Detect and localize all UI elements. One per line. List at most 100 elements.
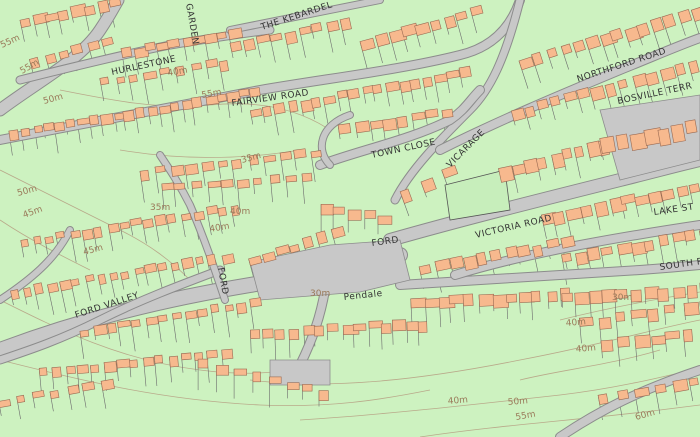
building (516, 244, 531, 258)
building (120, 271, 130, 281)
building (53, 121, 66, 132)
building (506, 293, 518, 303)
building (574, 292, 590, 306)
building (249, 108, 263, 118)
building (157, 314, 168, 323)
building (599, 135, 617, 154)
building (310, 22, 323, 33)
contour-label: 40m (447, 395, 468, 407)
building (355, 120, 371, 134)
contour-label: 30m (612, 293, 632, 303)
building (410, 297, 427, 309)
building (218, 60, 229, 73)
building (532, 244, 544, 258)
building (589, 290, 603, 305)
building (229, 40, 243, 53)
building (67, 384, 80, 395)
building (76, 364, 89, 374)
building (561, 252, 572, 263)
building (33, 282, 44, 295)
building (161, 182, 175, 191)
building (463, 255, 479, 271)
building (688, 183, 700, 194)
building (441, 108, 454, 119)
building (221, 348, 234, 360)
building (371, 83, 383, 95)
building (615, 133, 630, 151)
building (109, 272, 119, 281)
building (672, 378, 689, 393)
building (206, 205, 219, 216)
building (676, 185, 690, 198)
building (70, 278, 80, 287)
building (287, 382, 300, 390)
building (644, 71, 660, 87)
building (657, 288, 669, 302)
building (573, 145, 585, 159)
building (19, 17, 31, 28)
building (530, 290, 541, 303)
building (97, 0, 110, 14)
building (107, 222, 121, 234)
building (658, 233, 670, 247)
building (119, 221, 131, 230)
building (561, 147, 573, 160)
building (301, 172, 313, 182)
building (347, 209, 362, 221)
building (55, 230, 65, 239)
building (274, 329, 285, 340)
building (382, 117, 398, 132)
building (302, 384, 313, 392)
building (498, 165, 515, 183)
building (616, 335, 630, 348)
building (144, 41, 156, 52)
building (326, 323, 339, 332)
building (143, 356, 155, 367)
building (42, 122, 55, 132)
building (201, 160, 215, 172)
building (134, 106, 145, 119)
building (303, 325, 316, 336)
building (139, 169, 150, 182)
building (600, 339, 614, 353)
building (424, 108, 439, 119)
building (169, 102, 180, 112)
building (216, 31, 227, 40)
building (352, 323, 367, 332)
building (173, 182, 186, 191)
building (184, 163, 199, 176)
building (288, 329, 300, 341)
contour-label: 40m (565, 317, 586, 329)
map-canvas[interactable]: 55m 55m 50m 40m 55m 35m 50m 45m 40m 30m … (0, 0, 700, 437)
building (166, 38, 181, 49)
building (116, 358, 131, 369)
building (100, 378, 115, 391)
building (686, 285, 698, 299)
building (269, 174, 281, 184)
building (156, 262, 168, 272)
building (159, 105, 172, 115)
contour-label: 35m (150, 203, 170, 213)
building (644, 286, 660, 300)
building (417, 321, 428, 334)
building (285, 175, 298, 183)
building (207, 180, 222, 189)
building (409, 78, 421, 91)
building (598, 317, 612, 330)
building (617, 389, 630, 401)
building (57, 9, 70, 22)
building (630, 289, 642, 303)
building (643, 240, 655, 252)
building (429, 19, 442, 32)
building (145, 316, 159, 326)
map-view[interactable]: 55m 55m 50m 40m 55m 35m 50m 45m 40m 30m … (0, 0, 700, 437)
building (51, 366, 62, 378)
building (103, 361, 118, 374)
building (396, 115, 409, 129)
building (346, 87, 360, 100)
building (586, 246, 601, 262)
building (424, 298, 441, 309)
building (79, 329, 90, 338)
building (252, 371, 261, 383)
building (683, 301, 700, 317)
